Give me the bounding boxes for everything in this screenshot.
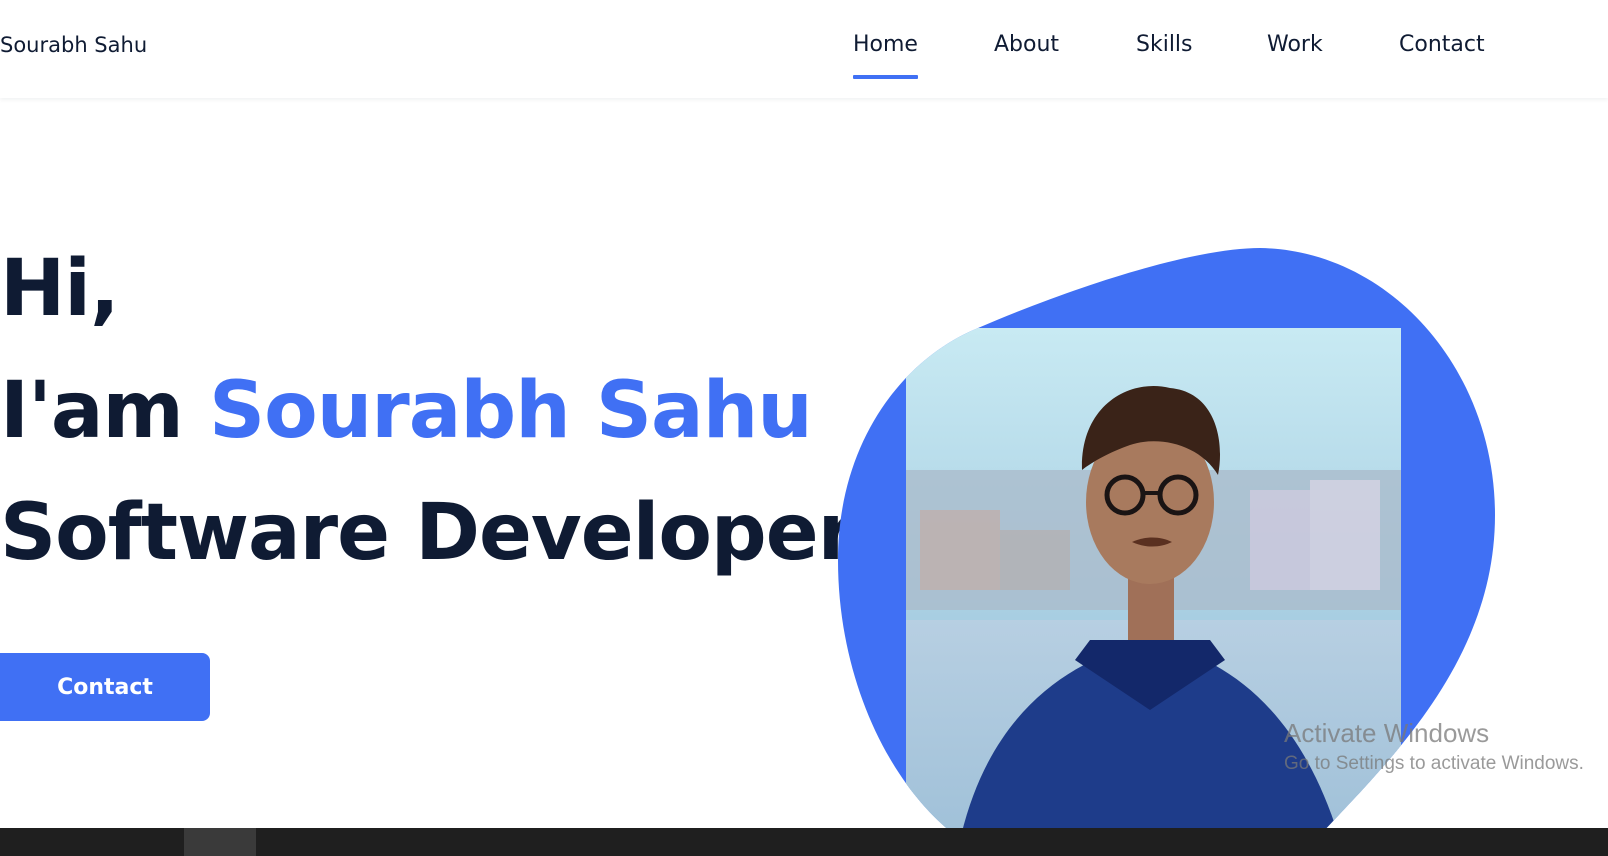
hero-intro: I'am Sourabh Sahu <box>0 366 813 456</box>
watermark-title: Activate Windows <box>1284 718 1490 748</box>
nav-skills[interactable]: Skills <box>1136 32 1193 57</box>
taskbar <box>0 828 1608 856</box>
contact-button[interactable]: Contact <box>0 653 210 721</box>
activate-windows-watermark: Activate Windows Go to Settings to activ… <box>1284 718 1584 775</box>
watermark-subtitle: Go to Settings to activate Windows. <box>1284 753 1584 774</box>
nav-about[interactable]: About <box>994 32 1059 57</box>
hero-role: Software Developer <box>0 488 856 578</box>
nav-work[interactable]: Work <box>1267 32 1323 57</box>
hero-name: Sourabh Sahu <box>208 366 813 456</box>
site-header: Sourabh Sahu Home About Skills Work Cont… <box>0 0 1608 98</box>
hero-greeting: Hi, <box>0 244 120 334</box>
nav-contact[interactable]: Contact <box>1399 32 1485 57</box>
taskbar-item[interactable] <box>184 828 256 856</box>
hero-intro-prefix: I'am <box>0 366 184 456</box>
main-nav: Home About Skills Work Contact <box>0 32 1608 82</box>
nav-home[interactable]: Home <box>853 32 918 79</box>
